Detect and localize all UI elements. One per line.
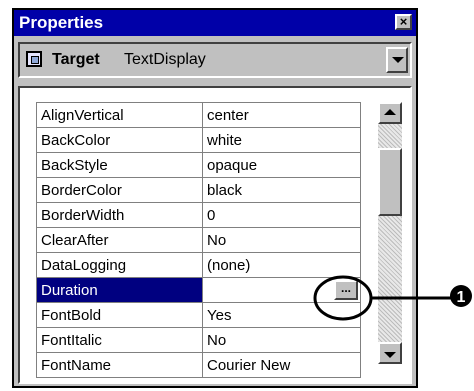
callout-annotation: 1 bbox=[313, 275, 472, 321]
callout-number: 1 bbox=[457, 289, 466, 306]
callout-circle bbox=[313, 275, 373, 321]
